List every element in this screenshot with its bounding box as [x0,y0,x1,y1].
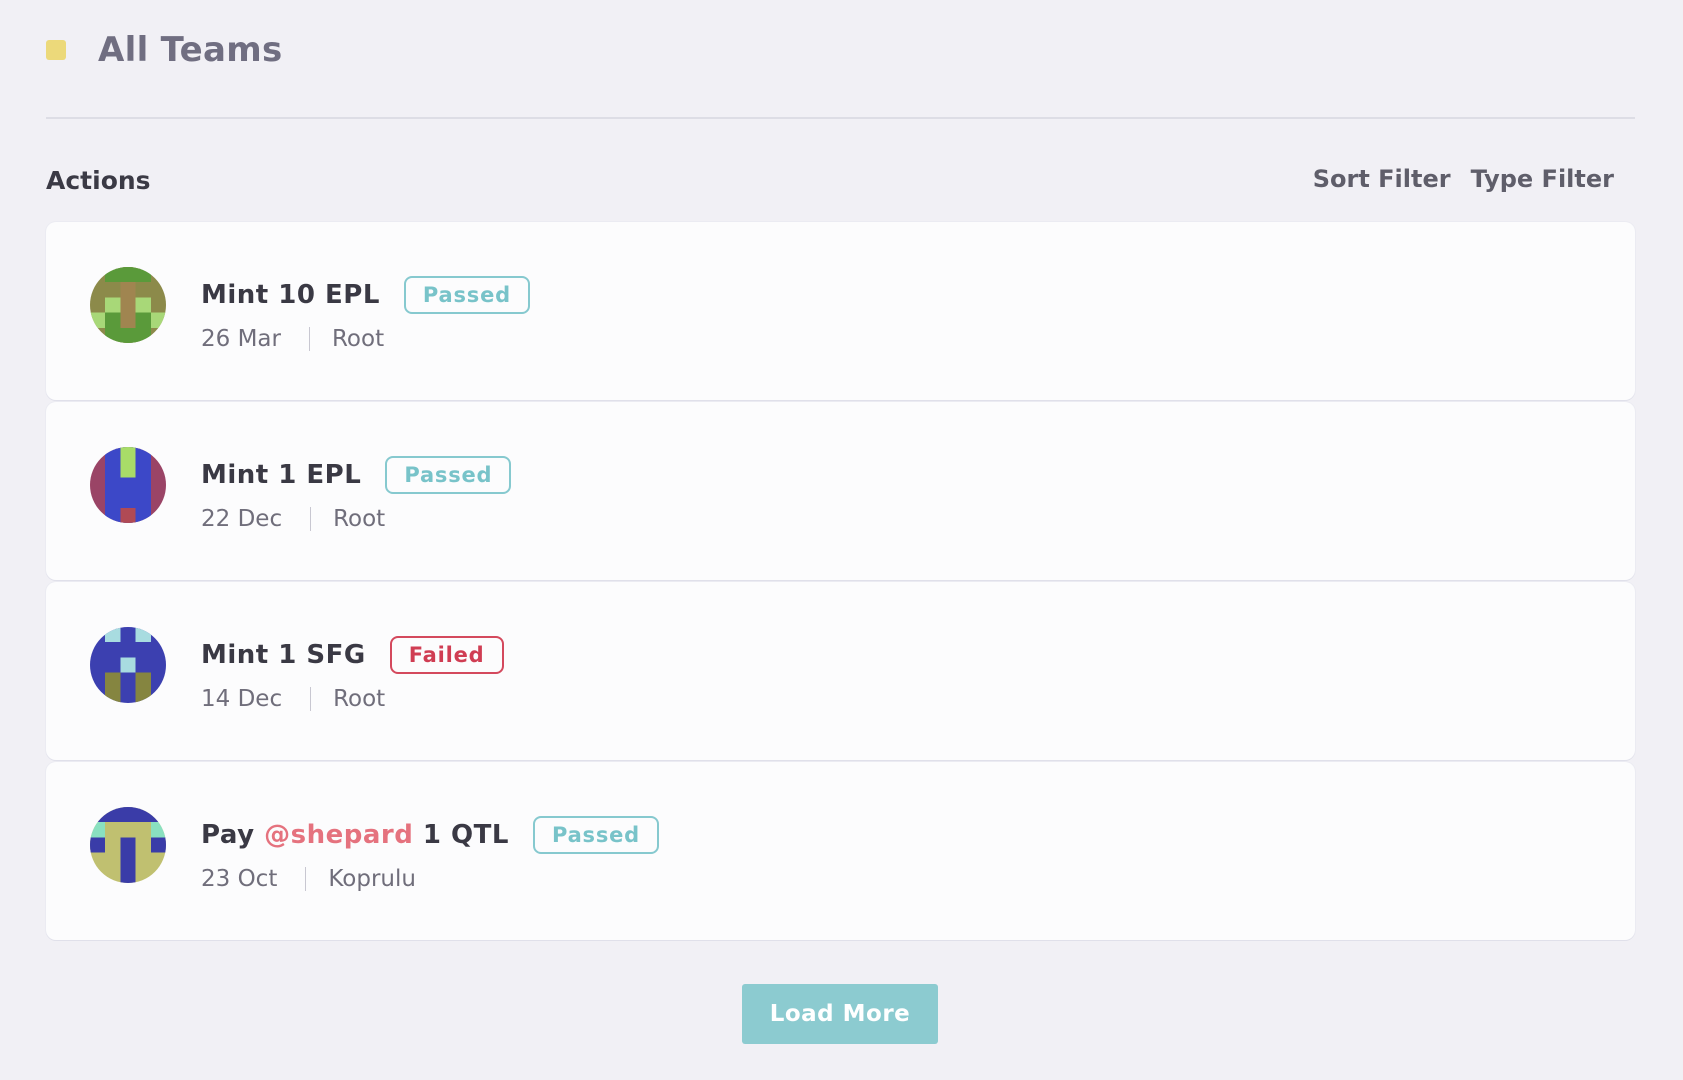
action-title: Pay @shepard 1 QTL [201,820,509,850]
meta-separator [310,687,312,711]
actions-heading: Actions [46,166,151,195]
action-title: Mint 1 EPL [201,460,362,490]
status-badge: Failed [389,636,504,674]
avatar [90,267,166,343]
filters: Sort Filter Type Filter [1313,165,1614,193]
team-color-swatch [46,40,66,60]
action-card[interactable]: Mint 10 EPL Passed 26 Mar Root [46,222,1635,400]
type-filter[interactable]: Type Filter [1471,165,1614,193]
action-date: 14 Dec [201,686,283,712]
meta-separator [308,327,310,351]
status-badge: Passed [532,816,660,854]
action-title: Mint 10 EPL [201,280,380,310]
action-date: 22 Dec [201,506,283,532]
page-title: All Teams [98,30,283,70]
action-card[interactable]: Mint 1 SFG Failed 14 Dec Root [46,582,1635,760]
action-date: 26 Mar [201,326,281,352]
action-domain: Koprulu [328,866,416,892]
avatar [90,447,166,523]
status-badge: Passed [403,276,530,314]
user-mention[interactable]: @shepard [264,820,413,850]
page-header: All Teams [46,30,283,70]
load-more-button[interactable]: Load More [742,984,938,1044]
action-title: Mint 1 SFG [201,640,366,670]
action-card[interactable]: Mint 1 EPL Passed 22 Dec Root [46,402,1635,580]
actions-list: Mint 10 EPL Passed 26 Mar Root Mint 1 EP… [46,222,1635,942]
meta-separator [305,867,307,891]
avatar [90,807,166,883]
action-card[interactable]: Pay @shepard 1 QTL Passed 23 Oct Koprulu [46,762,1635,940]
sort-filter[interactable]: Sort Filter [1313,165,1451,193]
status-badge: Passed [385,456,512,494]
action-domain: Root [333,506,386,532]
action-date: 23 Oct [201,866,278,892]
action-domain: Root [331,326,385,352]
avatar [90,627,166,703]
header-divider [46,117,1635,119]
action-domain: Root [333,686,386,712]
meta-separator [310,507,312,531]
